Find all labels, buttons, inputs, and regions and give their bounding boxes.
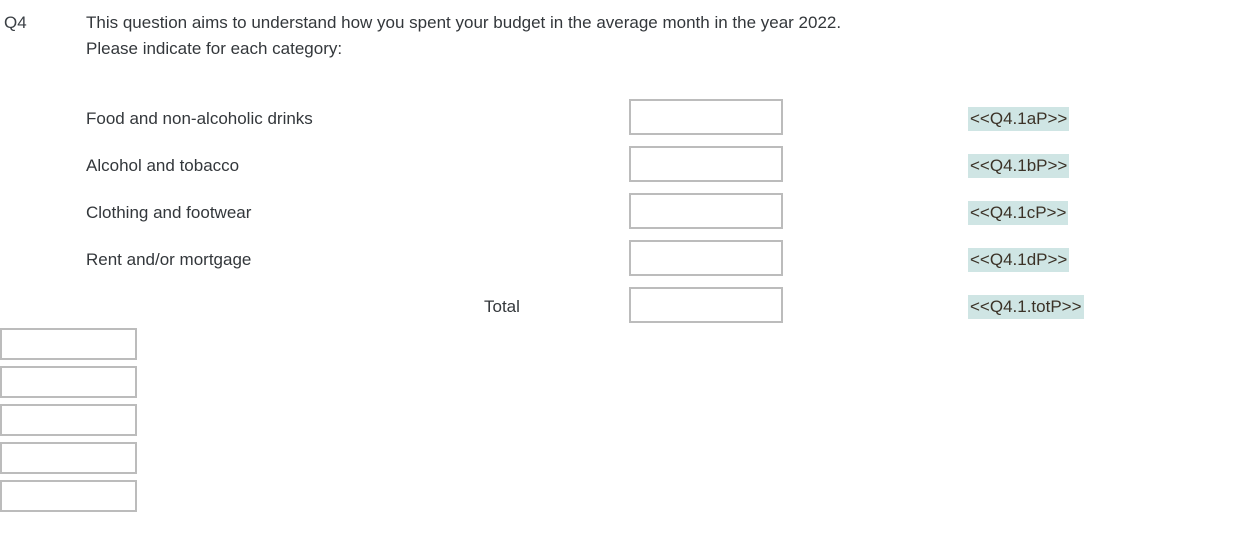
question-text-line-2: Please indicate for each category: bbox=[86, 39, 343, 58]
bottom-input-stack bbox=[0, 328, 160, 518]
amount-input-food[interactable] bbox=[629, 99, 783, 135]
amount-input-rent[interactable] bbox=[629, 240, 783, 276]
question-text: This question aims to understand how you… bbox=[86, 10, 1166, 62]
budget-row-rent: Rent and/or mortgage <<Q4.1dP>> bbox=[0, 240, 1234, 287]
budget-row-clothing: Clothing and footwear <<Q4.1cP>> bbox=[0, 193, 1234, 240]
row-label-alcohol: Alcohol and tobacco bbox=[86, 156, 240, 175]
piping-tag-clothing: <<Q4.1cP>> bbox=[968, 193, 1069, 233]
question-header: Q4 This question aims to understand how … bbox=[0, 10, 1234, 66]
piping-tag-alcohol-text: <<Q4.1bP>> bbox=[968, 154, 1070, 178]
row-label-clothing: Clothing and footwear bbox=[86, 203, 252, 222]
budget-category-rows: Food and non-alcoholic drinks <<Q4.1aP>>… bbox=[0, 99, 1234, 334]
amount-input-total[interactable] bbox=[629, 287, 783, 323]
piping-tag-clothing-text: <<Q4.1cP>> bbox=[968, 201, 1069, 225]
amount-input-alcohol[interactable] bbox=[629, 146, 783, 182]
piping-tag-food: <<Q4.1aP>> bbox=[968, 99, 1070, 139]
row-label-rent: Rent and/or mortgage bbox=[86, 250, 252, 269]
piping-tag-food-text: <<Q4.1aP>> bbox=[968, 107, 1070, 131]
piping-tag-rent-text: <<Q4.1dP>> bbox=[968, 248, 1070, 272]
piping-tag-alcohol: <<Q4.1bP>> bbox=[968, 146, 1070, 186]
bottom-input-3[interactable] bbox=[0, 404, 137, 436]
bottom-input-4[interactable] bbox=[0, 442, 137, 474]
budget-row-alcohol: Alcohol and tobacco <<Q4.1bP>> bbox=[0, 146, 1234, 193]
piping-tag-total-text: <<Q4.1.totP>> bbox=[968, 295, 1084, 319]
bottom-input-2[interactable] bbox=[0, 366, 137, 398]
budget-row-food: Food and non-alcoholic drinks <<Q4.1aP>> bbox=[0, 99, 1234, 146]
amount-input-clothing[interactable] bbox=[629, 193, 783, 229]
budget-row-total: Total <<Q4.1.totP>> bbox=[0, 287, 1234, 334]
question-number: Q4 bbox=[4, 13, 27, 32]
bottom-input-5[interactable] bbox=[0, 480, 137, 512]
question-text-line-1: This question aims to understand how you… bbox=[86, 13, 842, 32]
piping-tag-total: <<Q4.1.totP>> bbox=[968, 287, 1084, 327]
piping-tag-rent: <<Q4.1dP>> bbox=[968, 240, 1070, 280]
row-label-total: Total bbox=[484, 297, 520, 316]
bottom-input-1[interactable] bbox=[0, 328, 137, 360]
row-label-food: Food and non-alcoholic drinks bbox=[86, 109, 313, 128]
